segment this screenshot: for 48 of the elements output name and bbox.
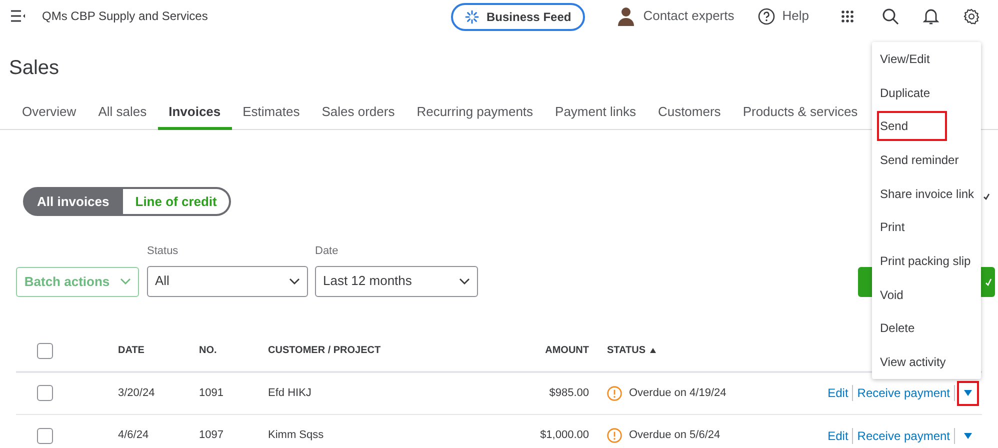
table-cell: Kimm Sqss bbox=[268, 429, 324, 442]
menu-item[interactable]: Send reminder bbox=[877, 144, 963, 175]
filter-dropdown[interactable]: All bbox=[147, 266, 308, 296]
company-name: QMs CBP Supply and Services bbox=[42, 8, 208, 25]
edit-link[interactable]: Edit bbox=[828, 384, 852, 402]
menu-item[interactable]: Delete bbox=[877, 313, 947, 344]
menu-item[interactable]: Share invoice link bbox=[877, 178, 978, 209]
tab[interactable]: Recurring payments bbox=[406, 96, 544, 130]
tab[interactable]: Payment links bbox=[544, 96, 647, 130]
filter-label: Status bbox=[147, 244, 180, 259]
segment-tab[interactable]: All invoices bbox=[23, 187, 124, 216]
filter-dropdown[interactable]: Last 12 months bbox=[315, 266, 478, 296]
business-feed-button[interactable]: Business Feed bbox=[450, 3, 586, 31]
column-header[interactable]: DATE bbox=[118, 343, 144, 358]
table-cell: $985.00 bbox=[549, 386, 589, 399]
menu-item[interactable]: Duplicate bbox=[877, 78, 947, 108]
table-cell: $1,000.00 bbox=[540, 429, 589, 442]
tab[interactable]: All sales bbox=[87, 96, 158, 130]
page-title: Sales bbox=[9, 57, 60, 79]
column-header[interactable]: NO. bbox=[199, 343, 217, 358]
column-header[interactable]: STATUS bbox=[607, 343, 656, 358]
tab[interactable]: Sales orders bbox=[310, 96, 406, 130]
menu-item[interactable]: Print packing slip bbox=[877, 246, 975, 276]
tab[interactable]: Overview bbox=[11, 96, 88, 130]
receive-payment-link[interactable]: Receive payment bbox=[853, 426, 954, 444]
edit-link[interactable]: Edit bbox=[828, 426, 852, 444]
tab[interactable]: Products & services bbox=[732, 96, 869, 130]
table-cell: 1091 bbox=[199, 386, 224, 399]
contact-experts-button[interactable]: Contact experts bbox=[617, 6, 734, 26]
table-cell: 1097 bbox=[199, 429, 224, 442]
column-header[interactable]: CUSTOMER / PROJECT bbox=[268, 343, 381, 358]
menu-item[interactable]: Print bbox=[877, 212, 947, 242]
tab[interactable]: Customers bbox=[646, 96, 732, 130]
menu-item[interactable]: Send bbox=[877, 111, 947, 142]
table-cell: 3/20/24 bbox=[118, 386, 155, 399]
menu-item[interactable]: View activity bbox=[877, 347, 950, 378]
status-text: Overdue on 4/19/24 bbox=[629, 386, 726, 401]
tab[interactable]: Invoices bbox=[158, 96, 232, 130]
table-cell: Efd HIKJ bbox=[268, 386, 312, 399]
column-header[interactable]: AMOUNT bbox=[545, 343, 589, 358]
table-cell: 4/6/24 bbox=[118, 429, 149, 442]
status-text: Overdue on 5/6/24 bbox=[629, 428, 720, 444]
menu-item[interactable]: View/Edit bbox=[877, 44, 947, 74]
tab[interactable]: Estimates bbox=[232, 96, 311, 130]
help-button[interactable]: Help bbox=[758, 6, 809, 26]
receive-payment-link[interactable]: Receive payment bbox=[853, 384, 954, 402]
menu-item[interactable]: Void bbox=[877, 280, 947, 310]
filter-label: Date bbox=[315, 244, 340, 259]
